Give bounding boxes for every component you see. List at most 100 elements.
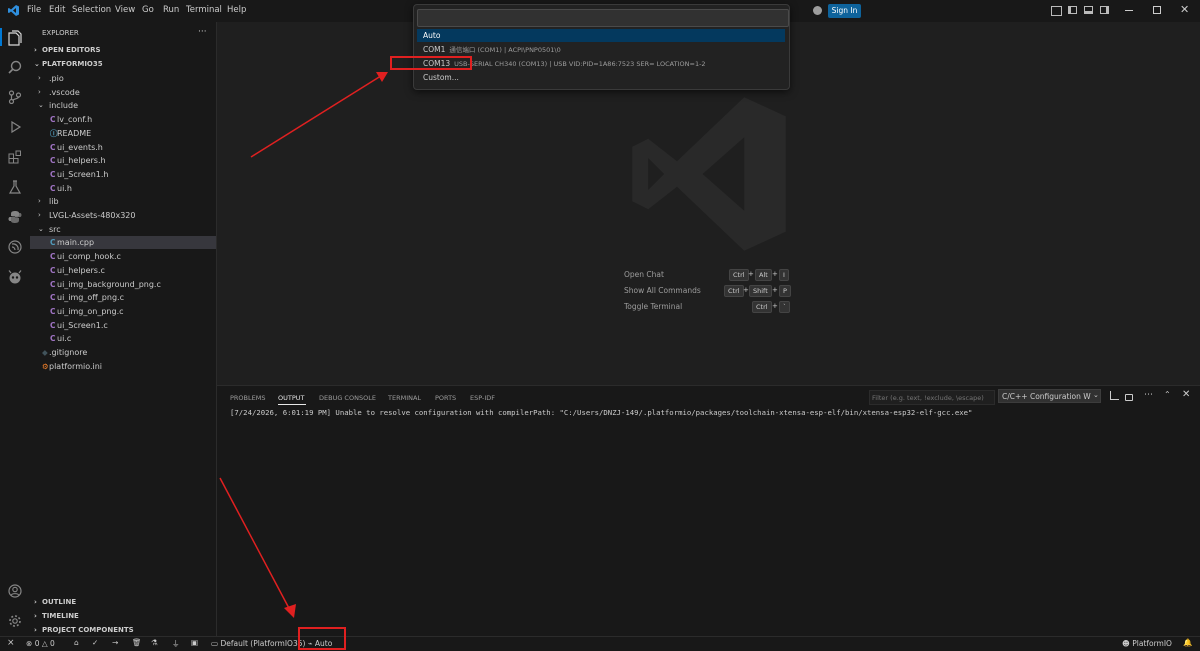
tree-item-ui-screen1-c[interactable]: Cui_Screen1.c <box>30 319 216 332</box>
tree-item-readme[interactable]: ⓘ README <box>30 127 216 140</box>
testing-icon[interactable] <box>7 180 23 196</box>
tree-item-ui-img-on-png-c[interactable]: Cui_img_on_png.c <box>30 305 216 318</box>
tab-ports[interactable]: PORTS <box>435 394 456 402</box>
serial-monitor-plug-icon[interactable]: ⏚ <box>172 638 180 649</box>
tree-item-label: .gitignore <box>49 348 88 357</box>
git-file-icon: ◆ <box>42 348 48 357</box>
toggle-panel-icon[interactable] <box>1084 6 1093 14</box>
tree-item-ui-h[interactable]: Cui.h <box>30 182 216 195</box>
menu-file[interactable]: File <box>27 5 41 15</box>
tree-item-lvgl-assets-480x320[interactable]: › LVGL-Assets-480x320 <box>30 209 216 222</box>
key-plus: + <box>743 286 749 294</box>
restore-icon[interactable] <box>1153 6 1161 14</box>
home-icon[interactable]: ⌂ <box>74 638 79 647</box>
minimize-icon[interactable] <box>1125 10 1133 11</box>
sign-in-button[interactable]: Sign In <box>828 4 861 18</box>
tree-item-main-cpp[interactable]: Cmain.cpp <box>30 236 216 250</box>
chevron-right-icon: › <box>34 598 37 606</box>
annotation-highlight-com13 <box>390 56 472 70</box>
outline-section[interactable]: › OUTLINE <box>30 596 216 609</box>
tree-item-ui-events-h[interactable]: Cui_events.h <box>30 141 216 154</box>
more-actions-icon[interactable]: ⋯ <box>1144 390 1153 400</box>
run-debug-icon[interactable] <box>7 120 23 136</box>
explorer-icon[interactable] <box>7 30 23 46</box>
problems-status[interactable]: ⊗ 0 △ 0 <box>26 639 55 648</box>
timeline-section[interactable]: › TIMELINE <box>30 610 216 623</box>
close-window-icon[interactable]: ✕ <box>1180 3 1189 16</box>
tab-output[interactable]: OUTPUT <box>278 394 305 402</box>
tree-item-vscode[interactable]: › .vscode <box>30 86 216 99</box>
menu-edit[interactable]: Edit <box>49 5 65 15</box>
key-plus: + <box>772 302 778 310</box>
menu-help[interactable]: Help <box>227 5 246 15</box>
quick-pick-input[interactable] <box>417 9 789 27</box>
tree-item-ui-helpers-h[interactable]: Cui_helpers.h <box>30 154 216 167</box>
tree-item-ui-comp-hook-c[interactable]: Cui_comp_hook.c <box>30 250 216 263</box>
tree-item-gitignore[interactable]: ◆ .gitignore <box>30 346 216 359</box>
quick-pick-item-custom[interactable]: Custom... <box>417 71 785 84</box>
tree-item-ui-screen1-h[interactable]: Cui_Screen1.h <box>30 168 216 181</box>
quick-pick-item-com1[interactable]: COM1 通信端口 (COM1) | ACPI\PNP0501\0 <box>417 43 785 56</box>
tree-item-src[interactable]: ⌄ src <box>30 223 216 236</box>
python-icon[interactable] <box>7 210 23 226</box>
menu-terminal[interactable]: Terminal <box>186 5 222 15</box>
project-env-status[interactable]: ▭ Default (PlatformIO35) <box>211 639 305 648</box>
menu-go[interactable]: Go <box>142 5 154 15</box>
tab-debug-console[interactable]: DEBUG CONSOLE <box>319 394 376 402</box>
build-check-icon[interactable]: ✓ <box>92 638 98 647</box>
close-panel-icon[interactable]: ✕ <box>1182 389 1190 400</box>
extensions-icon[interactable] <box>7 150 23 166</box>
remote-icon[interactable]: ⨯ <box>7 638 15 648</box>
open-editors-section[interactable]: › OPEN EDITORS <box>30 44 216 57</box>
terminal-icon[interactable]: ▣ <box>191 638 198 647</box>
more-actions-icon[interactable]: ··· <box>198 27 207 37</box>
active-tab-underline <box>278 404 306 405</box>
esp-idf-icon[interactable] <box>7 240 23 256</box>
tree-item-ui-helpers-c[interactable]: Cui_helpers.c <box>30 264 216 277</box>
manage-gear-icon[interactable] <box>7 614 23 630</box>
tree-item-label: ui_Screen1.h <box>57 169 109 179</box>
account-icon[interactable] <box>7 584 23 600</box>
source-control-icon[interactable] <box>7 90 23 106</box>
tree-item-platformio-ini[interactable]: ⚙ platformio.ini <box>30 360 216 373</box>
tree-item-lib[interactable]: › lib <box>30 195 216 208</box>
search-icon[interactable] <box>7 60 23 76</box>
test-flask-icon[interactable]: ⚗ <box>151 638 158 647</box>
menu-run[interactable]: Run <box>163 5 179 15</box>
quick-pick-item-auto[interactable]: Auto <box>417 29 785 42</box>
menu-selection[interactable]: Selection <box>72 5 111 15</box>
upload-arrow-icon[interactable]: → <box>112 638 118 647</box>
output-filter-input[interactable] <box>869 390 995 405</box>
clean-trash-icon[interactable]: 🗑 <box>132 638 142 647</box>
project-section[interactable]: ⌄ PLATFORMIO35 <box>30 58 216 71</box>
clear-output-icon[interactable] <box>1110 391 1119 400</box>
tree-item-include[interactable]: ⌄ include <box>30 99 216 112</box>
platformio-icon[interactable] <box>7 270 23 286</box>
tree-item-label: ui_img_off_png.c <box>57 293 124 303</box>
customize-layout-icon[interactable] <box>1051 6 1062 16</box>
platformio-status[interactable]: ☻ PlatformIO <box>1122 639 1172 648</box>
menu-view[interactable]: View <box>115 5 135 15</box>
folder-icon: ▭ <box>211 639 219 648</box>
tree-item-ui-img-off-png-c[interactable]: Cui_img_off_png.c <box>30 291 216 304</box>
key-ctrl: Ctrl <box>729 269 749 281</box>
quick-pick-item-com13[interactable]: COM13 USB-SERIAL CH340 (COM13) | USB VID:… <box>417 57 785 70</box>
lock-scroll-icon[interactable] <box>1125 394 1133 401</box>
bottom-panel: PROBLEMS OUTPUT DEBUG CONSOLE TERMINAL P… <box>217 385 1200 637</box>
notifications-bell-icon[interactable]: 🔔 <box>1183 638 1192 647</box>
tree-item-label: src <box>49 224 61 234</box>
tree-item-lv-conf-h[interactable]: Clv_conf.h <box>30 113 216 126</box>
toggle-secondary-sidebar-icon[interactable] <box>1100 6 1109 14</box>
cpp-file-icon: C <box>50 238 56 248</box>
tree-item-pio[interactable]: › .pio <box>30 72 216 85</box>
vscode-watermark-icon <box>629 94 789 254</box>
accounts-icon[interactable] <box>813 6 822 15</box>
toggle-sidebar-icon[interactable] <box>1068 6 1077 14</box>
tree-item-ui-img-background-png-c[interactable]: Cui_img_background_png.c <box>30 278 216 291</box>
tab-problems[interactable]: PROBLEMS <box>230 394 265 402</box>
tab-terminal[interactable]: TERMINAL <box>388 394 421 402</box>
output-channel-select[interactable]: C/C++ Configuration W <box>998 389 1101 403</box>
tree-item-ui-c[interactable]: Cui.c <box>30 332 216 345</box>
tab-esp-idf[interactable]: ESP-IDF <box>470 394 495 402</box>
maximize-panel-icon[interactable]: ⌃ <box>1164 390 1171 399</box>
